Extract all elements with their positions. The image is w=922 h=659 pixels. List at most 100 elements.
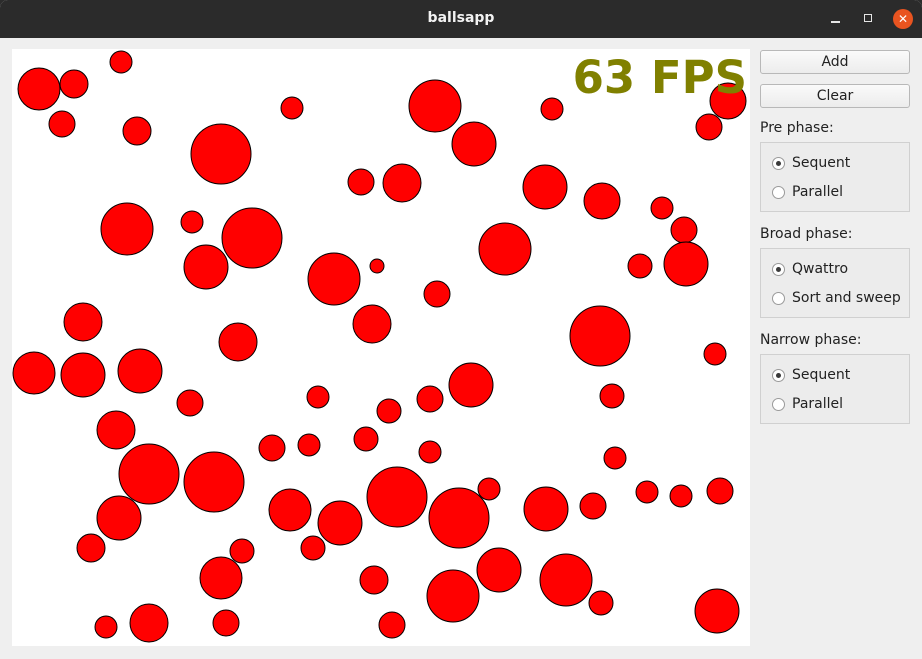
ball [218, 322, 258, 362]
ball [268, 488, 312, 532]
pre-phase-option-parallel[interactable]: Parallel [761, 178, 909, 207]
ball [76, 533, 106, 563]
ball [588, 590, 614, 616]
clear-button[interactable]: Clear [760, 84, 910, 108]
ball [376, 398, 402, 424]
narrow-phase-group: Sequent Parallel [760, 354, 910, 424]
radio-button-icon[interactable] [772, 186, 785, 199]
balls-layer [12, 50, 747, 643]
ball [117, 348, 163, 394]
ball [118, 443, 180, 505]
ball [378, 611, 406, 639]
ball [307, 252, 361, 306]
ball [306, 385, 330, 409]
ball [408, 79, 462, 133]
ball [180, 210, 204, 234]
radio-button-icon[interactable] [772, 369, 785, 382]
ball [477, 477, 501, 501]
option-label: Sequent [792, 155, 851, 171]
ball [478, 222, 532, 276]
ball [703, 342, 727, 366]
ball [183, 451, 245, 513]
ball [229, 538, 255, 564]
broad-phase-option-sort-and-sweep[interactable]: Sort and sweep [761, 284, 909, 313]
ball [300, 535, 326, 561]
close-button[interactable]: ✕ [893, 9, 913, 29]
maximize-button[interactable] [859, 9, 879, 29]
add-button[interactable]: Add [760, 50, 910, 74]
ball [627, 253, 653, 279]
ball [635, 480, 659, 504]
ball [579, 492, 607, 520]
ball [418, 440, 442, 464]
balls-canvas[interactable]: 63 FPS [12, 49, 750, 646]
ball [347, 168, 375, 196]
radio-button-icon[interactable] [772, 157, 785, 170]
minimize-button[interactable] [826, 9, 846, 29]
ball [317, 500, 363, 546]
ball [476, 547, 522, 593]
narrow-phase-option-sequent[interactable]: Sequent [761, 361, 909, 390]
pre-phase-option-sequent[interactable]: Sequent [761, 149, 909, 178]
ball [12, 351, 56, 395]
ball [569, 305, 631, 367]
ball [706, 477, 734, 505]
ball [221, 207, 283, 269]
ball [599, 383, 625, 409]
ball [451, 121, 497, 167]
ball [176, 389, 204, 417]
ball [583, 182, 621, 220]
app-window: ballsapp ✕ 63 FPS Add Clear Pre phase: S… [0, 0, 922, 659]
ball [190, 123, 252, 185]
ball [540, 97, 564, 121]
option-label: Parallel [792, 396, 844, 412]
radio-button-icon[interactable] [772, 398, 785, 411]
ball [109, 50, 133, 74]
ball [650, 196, 674, 220]
ball [382, 163, 422, 203]
ball [423, 280, 451, 308]
ball [129, 603, 169, 643]
maximize-icon [864, 14, 872, 22]
ball [670, 216, 698, 244]
ball [280, 96, 304, 120]
radio-button-icon[interactable] [772, 263, 785, 276]
ball [48, 110, 76, 138]
ball [183, 244, 229, 290]
ball [448, 362, 494, 408]
pre-phase-section: Pre phase: Sequent Parallel [760, 118, 910, 212]
control-panel: Add Clear Pre phase: Sequent Parallel Br… [760, 50, 910, 436]
broad-phase-section: Broad phase: Qwattro Sort and sweep [760, 224, 910, 318]
ball [694, 588, 740, 634]
ball [603, 446, 627, 470]
ball [426, 569, 480, 623]
ball [353, 426, 379, 452]
ball [94, 615, 118, 639]
ball [359, 565, 389, 595]
narrow-phase-label: Narrow phase: [760, 332, 862, 348]
minimize-icon [831, 21, 840, 23]
ball [297, 433, 321, 457]
ball [369, 258, 385, 274]
broad-phase-option-qwattro[interactable]: Qwattro [761, 255, 909, 284]
option-label: Qwattro [792, 261, 849, 277]
radio-button-icon[interactable] [772, 292, 785, 305]
ball [258, 434, 286, 462]
ball [199, 556, 243, 600]
ball [366, 466, 428, 528]
option-label: Sequent [792, 367, 851, 383]
broad-phase-group: Qwattro Sort and sweep [760, 248, 910, 318]
ball [60, 352, 106, 398]
ball [352, 304, 392, 344]
pre-phase-group: Sequent Parallel [760, 142, 910, 212]
title-bar[interactable]: ballsapp ✕ [0, 0, 922, 38]
ball [669, 484, 693, 508]
ball [96, 410, 136, 450]
ball [416, 385, 444, 413]
narrow-phase-option-parallel[interactable]: Parallel [761, 390, 909, 419]
ball [428, 487, 490, 549]
ball [59, 69, 89, 99]
option-label: Sort and sweep [792, 290, 901, 306]
ball [122, 116, 152, 146]
ball [522, 164, 568, 210]
